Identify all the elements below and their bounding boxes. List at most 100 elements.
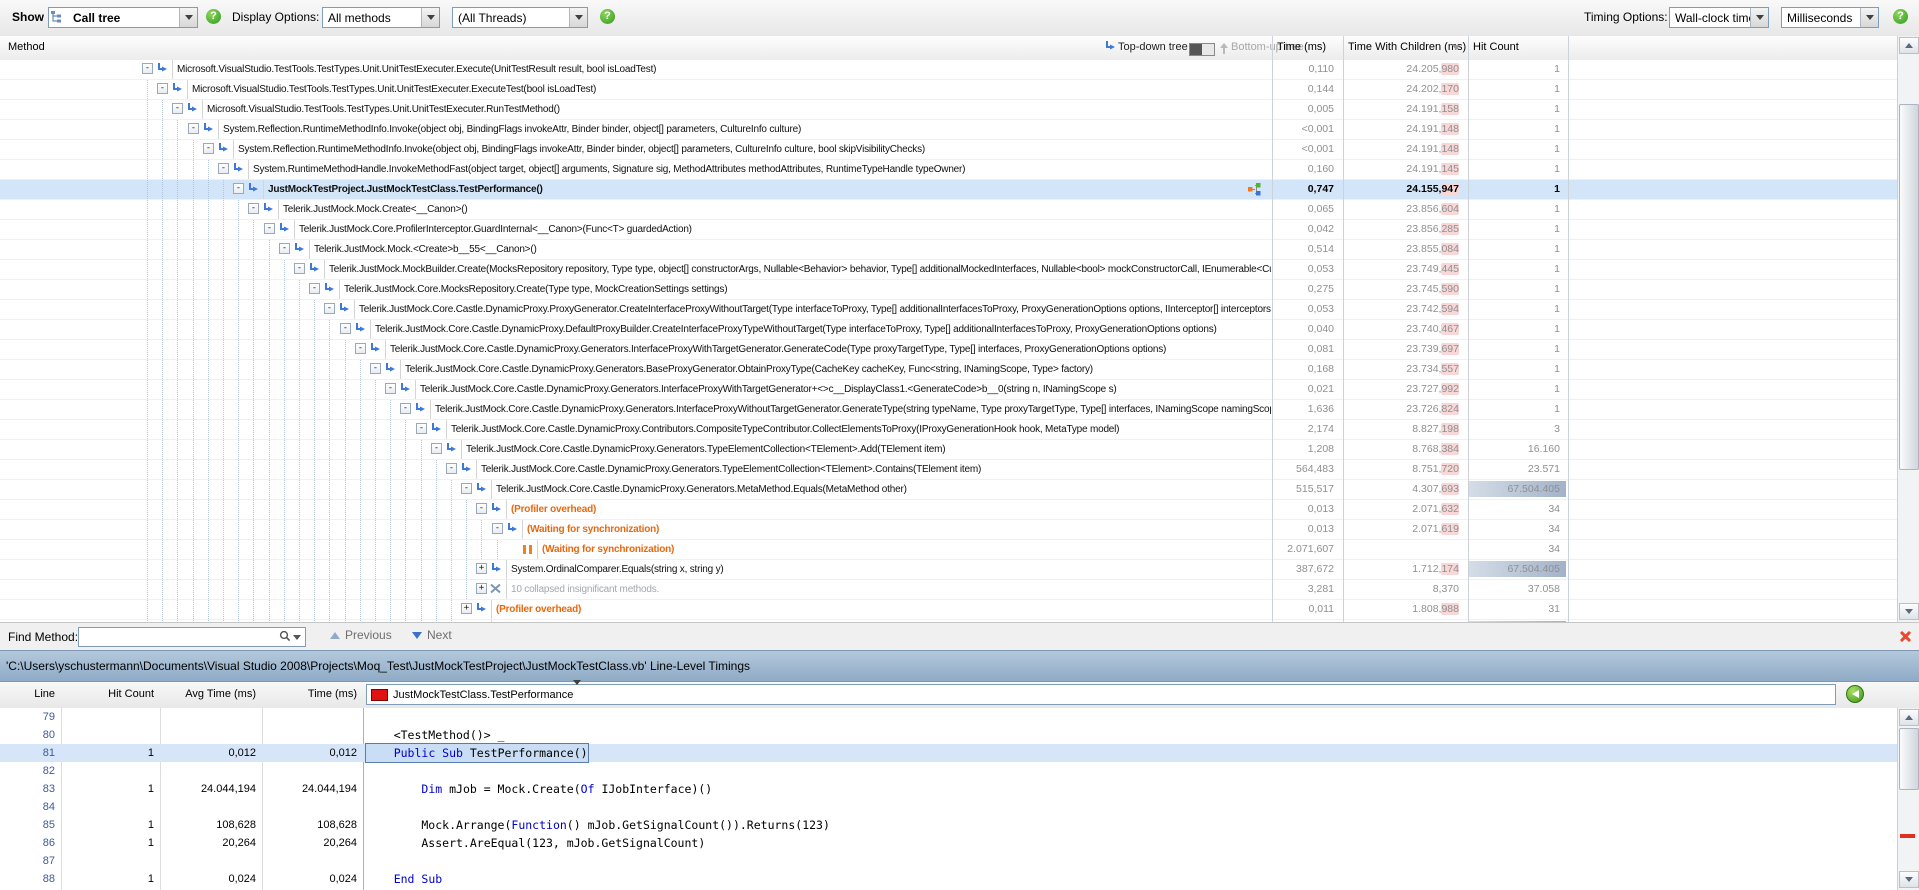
tree-row[interactable]: -System.RuntimeMethodHandle.InvokeMethod… xyxy=(0,160,1897,180)
collapse-node-box[interactable]: - xyxy=(385,383,396,394)
tree-row[interactable]: -Microsoft.VisualStudio.TestTools.TestTy… xyxy=(0,80,1897,100)
tree-row[interactable]: -Telerik.JustMock.Mock.<Create>b__55<__C… xyxy=(0,240,1897,260)
top-down-tree-toggle[interactable]: Top-down tree xyxy=(1118,41,1188,53)
previous-button[interactable]: Previous xyxy=(330,628,392,642)
collapse-node-box[interactable]: - xyxy=(416,423,427,434)
find-method-input[interactable] xyxy=(79,628,279,646)
collapse-node-box[interactable]: - xyxy=(218,163,229,174)
source-code-view[interactable]: 7980 <TestMethod()> _8110,0120,012 Publi… xyxy=(0,708,1919,890)
code-line[interactable]: 84 xyxy=(0,798,1897,816)
tree-row[interactable]: -Telerik.JustMock.Core.Castle.DynamicPro… xyxy=(0,300,1897,320)
tree-row[interactable]: -Microsoft.VisualStudio.TestTools.TestTy… xyxy=(0,60,1897,80)
collapse-node-box[interactable]: - xyxy=(248,203,259,214)
collapse-node-box[interactable]: - xyxy=(400,403,411,414)
tree-row[interactable]: -Telerik.JustMock.Core.Castle.DynamicPro… xyxy=(0,460,1897,480)
tree-row[interactable]: +(Profiler overhead)0,0111.808,98831 xyxy=(0,600,1897,620)
threads-filter-select[interactable]: (All Threads) xyxy=(452,7,588,28)
collapse-node-box[interactable]: - xyxy=(157,83,168,94)
collapse-node-box[interactable]: - xyxy=(294,263,305,274)
time-unit-select[interactable]: Milliseconds xyxy=(1781,7,1879,28)
collapse-node-box[interactable]: - xyxy=(188,123,199,134)
call-tree[interactable]: -Microsoft.VisualStudio.TestTools.TestTy… xyxy=(0,60,1919,622)
methods-filter-select[interactable]: All methods xyxy=(322,7,440,28)
collapse-node-box[interactable]: - xyxy=(476,503,487,514)
code-line[interactable]: 87 xyxy=(0,852,1897,870)
tree-scrollbar-thumb[interactable] xyxy=(1899,104,1919,470)
tree-row[interactable]: +10 collapsed insignificant methods.3,28… xyxy=(0,580,1897,600)
tree-row[interactable]: -Telerik.JustMock.Core.ProfilerIntercept… xyxy=(0,220,1897,240)
tree-row[interactable]: -(Profiler overhead)0,0132.071,63234 xyxy=(0,500,1897,520)
timing-mode-select[interactable]: Wall-clock time xyxy=(1669,7,1769,28)
tree-row[interactable]: -Telerik.JustMock.Core.Castle.DynamicPro… xyxy=(0,420,1897,440)
collapse-node-box[interactable]: - xyxy=(203,143,214,154)
code-scrollbar[interactable] xyxy=(1897,708,1919,890)
expand-node-box[interactable]: + xyxy=(461,603,472,614)
tree-row[interactable]: -Telerik.JustMock.Core.Castle.DynamicPro… xyxy=(0,360,1897,380)
tree-row[interactable]: -Telerik.JustMock.Core.Castle.DynamicPro… xyxy=(0,380,1897,400)
code-line[interactable]: 82 xyxy=(0,762,1897,780)
view-selector[interactable]: Call tree xyxy=(48,7,198,28)
tree-row[interactable]: -Telerik.JustMock.Core.Castle.DynamicPro… xyxy=(0,320,1897,340)
collapse-node-box[interactable]: - xyxy=(309,283,320,294)
code-scrollbar-thumb[interactable] xyxy=(1899,728,1919,790)
tree-scroll-down-button[interactable] xyxy=(1899,603,1919,620)
code-line[interactable]: 851108,628108,628 Mock.Arrange(Function(… xyxy=(0,816,1897,834)
collapse-node-box[interactable]: - xyxy=(264,223,275,234)
code-line[interactable]: 8110,0120,012 Public Sub TestPerformance… xyxy=(0,744,1897,762)
hit-count-column-header[interactable]: Hit Count xyxy=(1473,41,1519,53)
collapse-node-box[interactable]: - xyxy=(492,523,503,534)
tree-row[interactable]: -System.Reflection.RuntimeMethodInfo.Inv… xyxy=(0,120,1897,140)
tree-scroll-up-button[interactable] xyxy=(1899,37,1919,54)
time-unit-dropdown-arrow[interactable] xyxy=(1860,8,1878,27)
time-column-header[interactable]: Time (ms) xyxy=(1277,41,1326,53)
tree-row[interactable]: -(Waiting for synchronization)0,0132.071… xyxy=(0,520,1897,540)
expand-node-box[interactable]: + xyxy=(476,583,487,594)
tree-row[interactable]: -Telerik.JustMock.Core.Castle.DynamicPro… xyxy=(0,480,1897,500)
tree-row[interactable]: -Telerik.JustMock.Core.MocksRepository.C… xyxy=(0,280,1897,300)
collapse-node-box[interactable]: - xyxy=(370,363,381,374)
show-in-related-views-icon[interactable] xyxy=(1248,183,1261,199)
timing-mode-dropdown-arrow[interactable] xyxy=(1750,8,1768,27)
collapse-node-box[interactable]: - xyxy=(355,343,366,354)
help-icon-2[interactable]: ? xyxy=(600,9,615,24)
collapse-node-box[interactable]: - xyxy=(279,243,290,254)
avg-time-column-header[interactable]: Avg Time (ms) xyxy=(166,688,256,700)
code-scroll-up-button[interactable] xyxy=(1899,709,1919,726)
collapse-node-box[interactable]: - xyxy=(324,303,335,314)
tree-row[interactable]: (Waiting for synchronization)2.071,60734 xyxy=(0,540,1897,560)
collapse-node-box[interactable]: - xyxy=(461,483,472,494)
help-icon[interactable]: ? xyxy=(206,9,221,24)
tree-direction-toggle[interactable] xyxy=(1189,43,1215,56)
collapse-node-box[interactable]: - xyxy=(340,323,351,334)
collapse-node-box[interactable]: - xyxy=(142,63,153,74)
line-column-header[interactable]: Line xyxy=(0,688,55,700)
tree-row[interactable]: -Telerik.JustMock.Core.Castle.DynamicPro… xyxy=(0,400,1897,420)
next-button[interactable]: Next xyxy=(412,628,452,642)
threads-filter-dropdown-arrow[interactable] xyxy=(569,8,587,27)
tree-row[interactable]: -System.Reflection.RuntimeMethodInfo.Inv… xyxy=(0,140,1897,160)
hit-count-column-header-code[interactable]: Hit Count xyxy=(66,688,154,700)
tree-scrollbar[interactable] xyxy=(1897,36,1919,622)
close-find-bar-icon[interactable] xyxy=(1898,630,1911,643)
view-selector-dropdown-arrow[interactable] xyxy=(179,8,197,27)
time-column-header-code[interactable]: Time (ms) xyxy=(268,688,357,700)
help-icon-3[interactable]: ? xyxy=(1893,9,1908,24)
collapse-node-box[interactable]: - xyxy=(446,463,457,474)
navigate-back-button[interactable] xyxy=(1846,685,1864,703)
tree-row[interactable]: -Microsoft.VisualStudio.TestTools.TestTy… xyxy=(0,100,1897,120)
methods-filter-dropdown-arrow[interactable] xyxy=(421,8,439,27)
search-options-dropdown-arrow[interactable] xyxy=(293,635,301,640)
tree-row[interactable]: -Telerik.JustMock.MockBuilder.Create(Moc… xyxy=(0,260,1897,280)
method-column-header[interactable]: Method xyxy=(8,41,45,53)
tree-row[interactable]: -Telerik.JustMock.Mock.Create<__Canon>()… xyxy=(0,200,1897,220)
collapse-node-box[interactable]: - xyxy=(172,103,183,114)
time-with-children-column-header[interactable]: Time With Children (ms) xyxy=(1348,41,1466,53)
code-line[interactable]: 80 <TestMethod()> _ xyxy=(0,726,1897,744)
code-scroll-down-button[interactable] xyxy=(1899,871,1919,888)
code-line[interactable]: 86120,26420,264 Assert.AreEqual(123, mJo… xyxy=(0,834,1897,852)
code-line[interactable]: 8810,0240,024 End Sub xyxy=(0,870,1897,888)
expand-node-box[interactable]: + xyxy=(476,563,487,574)
tree-row[interactable]: -Telerik.JustMock.Core.Castle.DynamicPro… xyxy=(0,440,1897,460)
code-line[interactable]: 79 xyxy=(0,708,1897,726)
method-selector-dropdown-arrow[interactable] xyxy=(573,685,581,704)
